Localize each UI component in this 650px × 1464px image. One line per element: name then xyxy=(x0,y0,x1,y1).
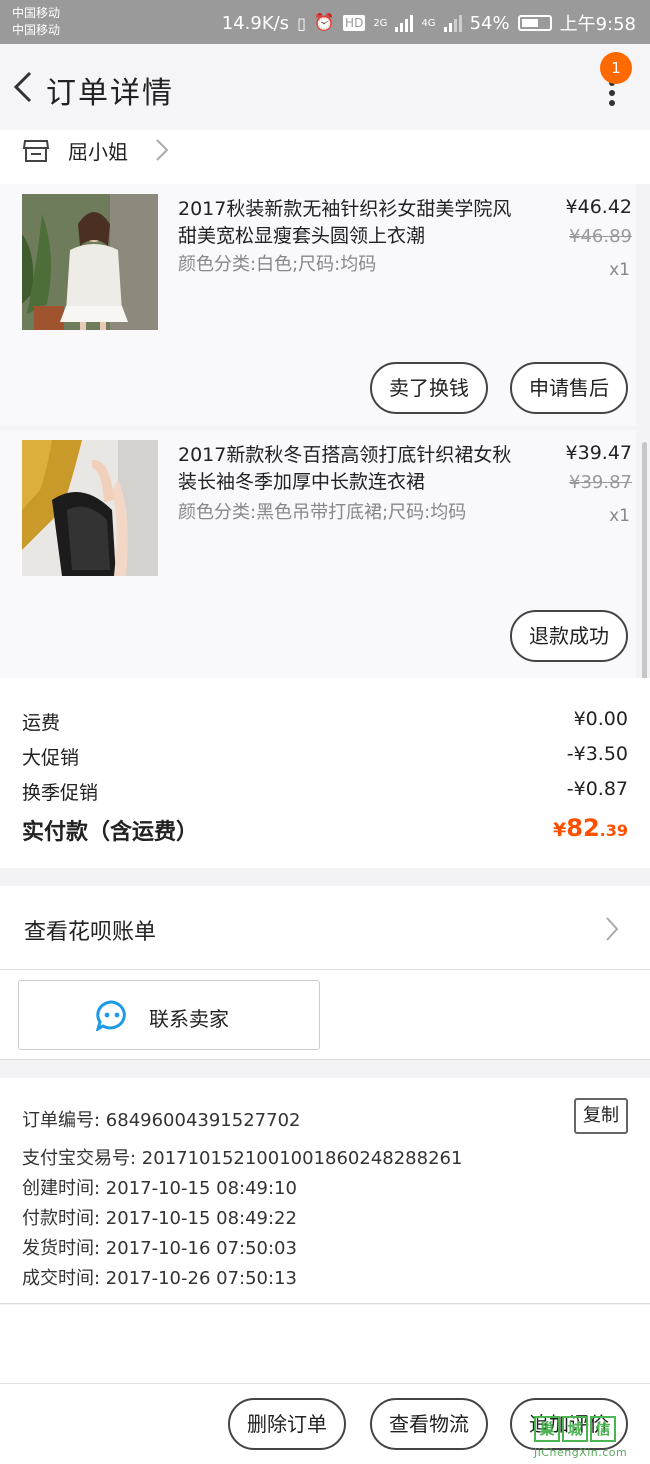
refund-success-button[interactable]: 退款成功 xyxy=(510,610,628,662)
completed-time: 成交时间: 2017-10-26 07:50:13 xyxy=(22,1268,297,1289)
watermark-char: 巢 xyxy=(534,1416,560,1442)
price-summary: 运费 ¥0.00 大促销 -¥3.50 换季促销 -¥0.87 实付款（含运费）… xyxy=(0,678,650,868)
after-sales-button[interactable]: 申请售后 xyxy=(510,362,628,414)
product-quantity: x1 xyxy=(609,506,630,526)
net-2g-label: 2G xyxy=(373,17,388,29)
product-original-price: ¥39.87 xyxy=(569,472,632,493)
shop-name: 屈小姐 xyxy=(68,140,128,164)
status-bar: 中国移动 中国移动 14.9K/s ▯ ⏰ HD 2G 4G 54% 上午9:5… xyxy=(0,0,650,44)
copy-button[interactable]: 复制 xyxy=(574,1098,628,1134)
total-value: ¥82.39 xyxy=(553,814,628,842)
order-item[interactable]: 2017秋装新款无袖针织衫女甜美学院风甜美宽松显瘦套头圆领上衣潮 颜色分类:白色… xyxy=(0,184,636,426)
shipping-label: 运费 xyxy=(22,712,61,734)
product-price: ¥39.47 xyxy=(565,442,632,464)
product-quantity: x1 xyxy=(609,260,630,280)
delete-order-button[interactable]: 删除订单 xyxy=(228,1398,346,1450)
carrier-info: 中国移动 中国移动 xyxy=(12,5,60,39)
nav-bar: 订单详情 1 xyxy=(0,44,650,130)
contact-seller-label: 联系卖家 xyxy=(149,1007,229,1031)
product-image[interactable] xyxy=(22,440,158,576)
carrier-1: 中国移动 xyxy=(12,6,61,20)
watermark-url: JiChengXin.com xyxy=(534,1446,628,1459)
huabei-bill-row[interactable]: 查看花呗账单 xyxy=(0,886,650,970)
watermark-char: 信 xyxy=(590,1416,616,1442)
order-item[interactable]: 2017新款秋冬百搭高领打底针织裙女秋装长袖冬季加厚中长款连衣裙 颜色分类:黑色… xyxy=(0,430,636,678)
season-promo-row: 换季促销 -¥0.87 xyxy=(22,778,628,805)
view-logistics-button[interactable]: 查看物流 xyxy=(370,1398,488,1450)
total-main: 82 xyxy=(566,814,600,842)
product-original-price: ¥46.89 xyxy=(569,226,632,247)
promo-label: 大促销 xyxy=(22,747,80,769)
watermark-logo: 巢 城 信 xyxy=(534,1416,616,1442)
vibrate-icon: ▯ xyxy=(297,13,306,33)
alarm-icon: ⏰ xyxy=(313,13,336,33)
total-label: 实付款（含运费） xyxy=(22,820,199,845)
total-currency: ¥ xyxy=(553,819,567,841)
signal-icon xyxy=(395,14,414,32)
chat-bubble-icon xyxy=(95,1000,126,1031)
page-title: 订单详情 xyxy=(46,76,174,111)
contact-area: 联系卖家 xyxy=(0,970,650,1060)
contact-seller-button[interactable]: 联系卖家 xyxy=(18,980,320,1050)
huabei-label: 查看花呗账单 xyxy=(24,920,157,945)
sell-to-exchange-button[interactable]: 卖了换钱 xyxy=(370,362,488,414)
shipping-row: 运费 ¥0.00 xyxy=(22,708,628,735)
total-decimal: .39 xyxy=(599,821,628,840)
battery-percent: 54% xyxy=(469,12,510,34)
network-speed: 14.9K/s xyxy=(221,12,290,34)
order-info: 订单编号: 68496004391527702 支付宝交易号: 20171015… xyxy=(0,1078,650,1304)
notification-badge: 1 xyxy=(600,52,632,84)
net-4g-label: 4G xyxy=(421,17,436,29)
shipping-value: ¥0.00 xyxy=(573,708,628,730)
watermark-char: 城 xyxy=(562,1416,588,1442)
product-image[interactable] xyxy=(22,194,158,330)
product-price: ¥46.42 xyxy=(565,196,632,218)
product-title[interactable]: 2017新款秋冬百搭高领打底针织裙女秋装长袖冬季加厚中长款连衣裙 xyxy=(178,442,518,496)
season-promo-label: 换季促销 xyxy=(22,782,99,804)
store-icon xyxy=(22,140,50,162)
total-row: 实付款（含运费） ¥82.39 xyxy=(22,814,628,846)
promo-row: 大促销 -¥3.50 xyxy=(22,743,628,770)
signal-icon xyxy=(443,14,462,32)
product-title[interactable]: 2017秋装新款无袖针织衫女甜美学院风甜美宽松显瘦套头圆领上衣潮 xyxy=(178,196,518,250)
promo-value: -¥3.50 xyxy=(566,743,628,765)
created-time: 创建时间: 2017-10-15 08:49:10 xyxy=(22,1178,297,1199)
product-spec: 颜色分类:白色;尺码:均码 xyxy=(178,254,377,275)
product-spec: 颜色分类:黑色吊带打底裙;尺码:均码 xyxy=(178,502,467,523)
battery-icon xyxy=(517,15,552,31)
chevron-right-icon xyxy=(606,917,619,941)
alipay-trade-number: 支付宝交易号: 2017101521001001860248288261 xyxy=(22,1148,463,1169)
hd-badge: HD xyxy=(343,15,366,31)
status-indicators: 14.9K/s ▯ ⏰ HD 2G 4G 54% 上午9:58 xyxy=(222,10,636,36)
chevron-right-icon xyxy=(156,139,169,161)
paid-time: 付款时间: 2017-10-15 08:49:22 xyxy=(22,1208,297,1229)
season-promo-value: -¥0.87 xyxy=(566,778,628,800)
order-number: 订单编号: 68496004391527702 xyxy=(22,1110,301,1131)
watermark: 巢 城 信 JiChengXin.com xyxy=(534,1416,646,1462)
chevron-left-icon[interactable] xyxy=(10,70,38,104)
blank-area xyxy=(0,1305,650,1383)
shipped-time: 发货时间: 2017-10-16 07:50:03 xyxy=(22,1238,297,1259)
clock: 上午9:58 xyxy=(559,14,636,35)
carrier-2: 中国移动 xyxy=(12,23,61,37)
shop-row[interactable]: 屈小姐 xyxy=(0,130,650,184)
